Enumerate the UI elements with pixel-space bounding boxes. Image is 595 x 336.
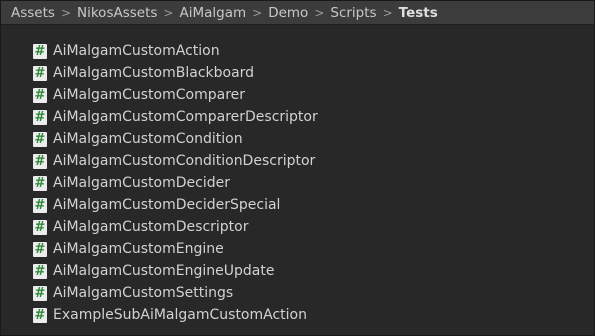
- breadcrumb-assets[interactable]: Assets: [11, 5, 55, 21]
- script-icon-glyph: #: [34, 65, 46, 81]
- file-name: AiMalgamCustomBlackboard: [53, 65, 255, 81]
- csharp-script-icon: #: [33, 263, 47, 279]
- script-icon-glyph: #: [34, 263, 46, 279]
- script-icon-glyph: #: [34, 109, 46, 125]
- file-item[interactable]: # AiMalgamCustomConditionDescriptor: [1, 150, 594, 172]
- csharp-script-icon: #: [33, 219, 47, 235]
- breadcrumb-separator: >: [382, 5, 393, 20]
- project-window: Assets > NikosAssets > AiMalgam > Demo >…: [0, 0, 595, 336]
- file-name: AiMalgamCustomEngineUpdate: [53, 263, 275, 279]
- file-name: AiMalgamCustomConditionDescriptor: [53, 153, 316, 169]
- breadcrumb-aimalgam[interactable]: AiMalgam: [179, 5, 246, 21]
- file-name: ExampleSubAiMalgamCustomAction: [53, 307, 307, 323]
- file-item[interactable]: # AiMalgamCustomDecider: [1, 172, 594, 194]
- file-name: AiMalgamCustomAction: [53, 43, 220, 59]
- file-name: AiMalgamCustomDescriptor: [53, 219, 249, 235]
- file-list: # AiMalgamCustomAction # AiMalgamCustomBlac…: [1, 40, 594, 326]
- file-item[interactable]: # AiMalgamCustomAction: [1, 40, 594, 62]
- csharp-script-icon: #: [33, 175, 47, 191]
- breadcrumb-demo[interactable]: Demo: [268, 5, 308, 21]
- script-icon-glyph: #: [34, 153, 46, 169]
- file-item[interactable]: # AiMalgamCustomEngine: [1, 238, 594, 260]
- csharp-script-icon: #: [33, 131, 47, 147]
- breadcrumb-nikosassets[interactable]: NikosAssets: [77, 5, 157, 21]
- file-item[interactable]: # AiMalgamCustomSettings: [1, 282, 594, 304]
- script-icon-glyph: #: [34, 307, 46, 323]
- breadcrumb-scripts[interactable]: Scripts: [330, 5, 376, 21]
- file-item[interactable]: # AiMalgamCustomDescriptor: [1, 216, 594, 238]
- csharp-script-icon: #: [33, 153, 47, 169]
- file-item[interactable]: # AiMalgamCustomCondition: [1, 128, 594, 150]
- csharp-script-icon: #: [33, 87, 47, 103]
- file-name: AiMalgamCustomSettings: [53, 285, 234, 301]
- breadcrumb: Assets > NikosAssets > AiMalgam > Demo >…: [1, 1, 594, 25]
- file-item[interactable]: # AiMalgamCustomEngineUpdate: [1, 260, 594, 282]
- file-name: AiMalgamCustomDeciderSpecial: [53, 197, 281, 213]
- file-item[interactable]: # AiMalgamCustomComparer: [1, 84, 594, 106]
- csharp-script-icon: #: [33, 197, 47, 213]
- script-icon-glyph: #: [34, 87, 46, 103]
- file-name: AiMalgamCustomEngine: [53, 241, 224, 257]
- script-icon-glyph: #: [34, 241, 46, 257]
- csharp-script-icon: #: [33, 65, 47, 81]
- file-name: AiMalgamCustomDecider: [53, 175, 230, 191]
- csharp-script-icon: #: [33, 307, 47, 323]
- file-name: AiMalgamCustomCondition: [53, 131, 243, 147]
- script-icon-glyph: #: [34, 43, 46, 59]
- csharp-script-icon: #: [33, 109, 47, 125]
- breadcrumb-tests[interactable]: Tests: [399, 5, 438, 21]
- file-name: AiMalgamCustomComparerDescriptor: [53, 109, 318, 125]
- script-icon-glyph: #: [34, 197, 46, 213]
- breadcrumb-separator: >: [252, 5, 263, 20]
- breadcrumb-separator: >: [314, 5, 325, 20]
- script-icon-glyph: #: [34, 285, 46, 301]
- file-item[interactable]: # ExampleSubAiMalgamCustomAction: [1, 304, 594, 326]
- file-item[interactable]: # AiMalgamCustomBlackboard: [1, 62, 594, 84]
- script-icon-glyph: #: [34, 219, 46, 235]
- csharp-script-icon: #: [33, 43, 47, 59]
- csharp-script-icon: #: [33, 285, 47, 301]
- file-name: AiMalgamCustomComparer: [53, 87, 246, 103]
- breadcrumb-separator: >: [163, 5, 174, 20]
- breadcrumb-separator: >: [60, 5, 71, 20]
- script-icon-glyph: #: [34, 175, 46, 191]
- csharp-script-icon: #: [33, 241, 47, 257]
- file-item[interactable]: # AiMalgamCustomComparerDescriptor: [1, 106, 594, 128]
- script-icon-glyph: #: [34, 131, 46, 147]
- file-item[interactable]: # AiMalgamCustomDeciderSpecial: [1, 194, 594, 216]
